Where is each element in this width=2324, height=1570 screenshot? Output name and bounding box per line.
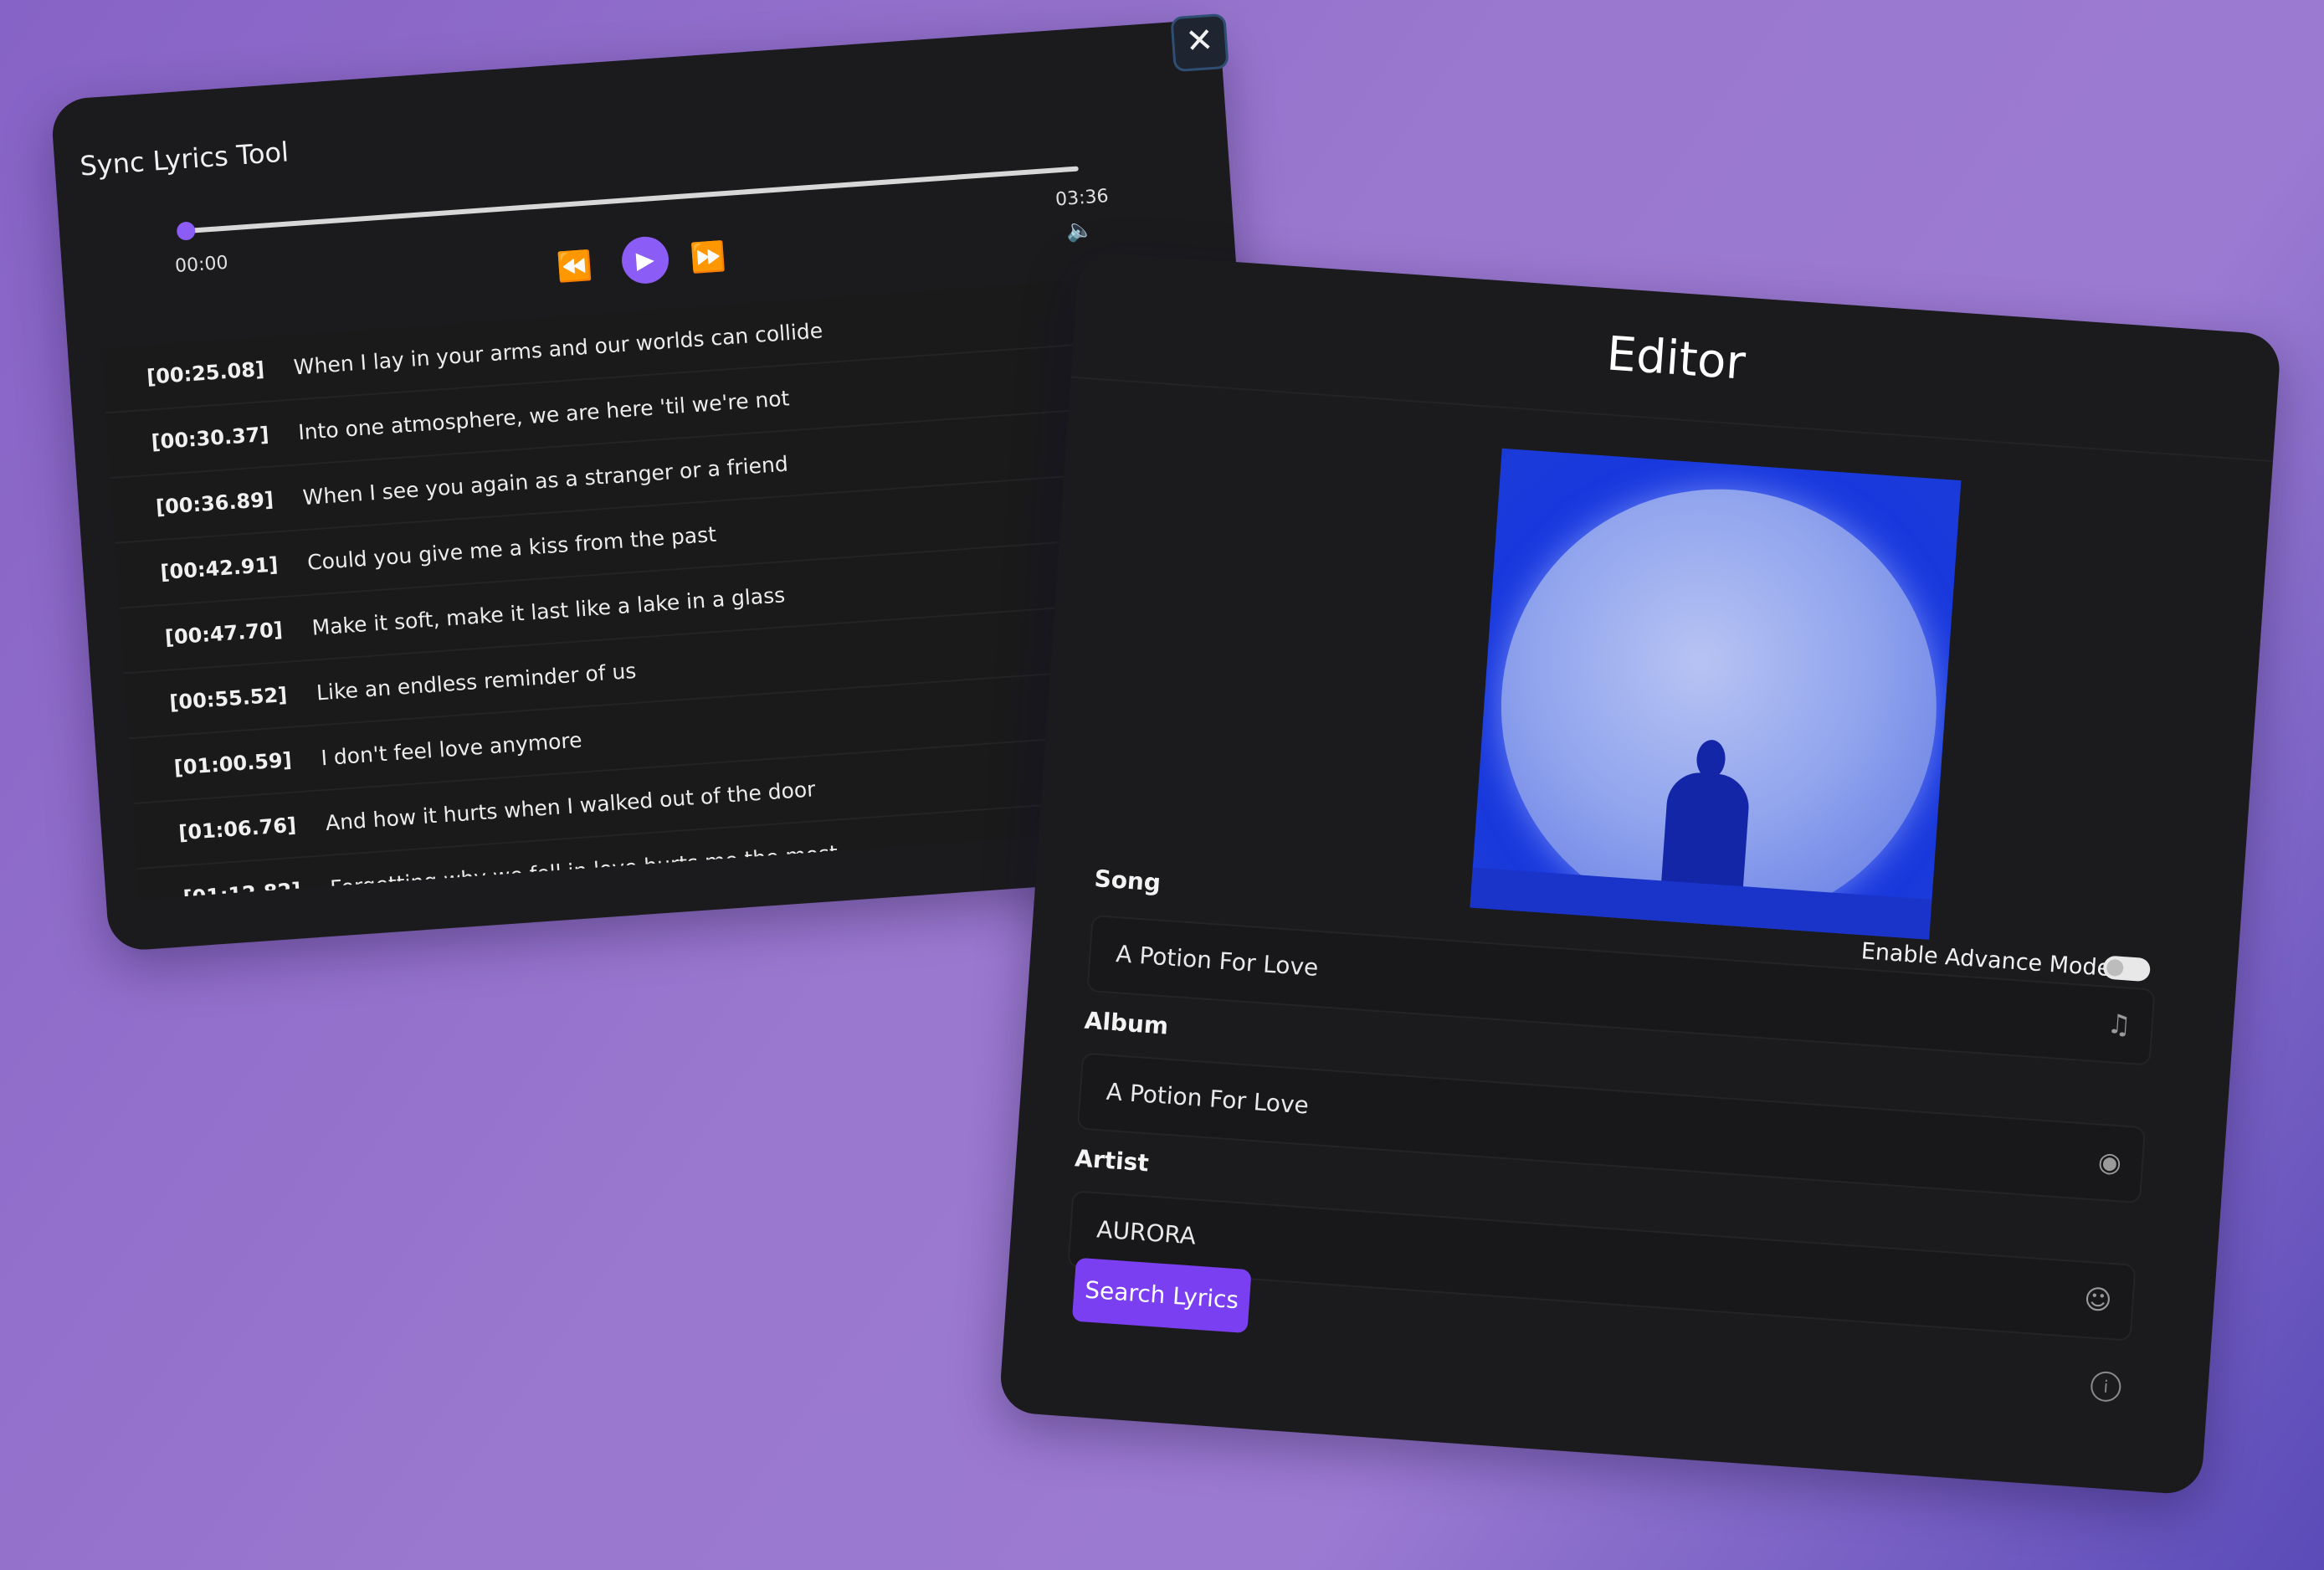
editor-title: Editor xyxy=(1604,326,1747,391)
volume-icon[interactable]: 🔈 xyxy=(1065,217,1094,244)
song-label: Song xyxy=(1093,865,1162,897)
total-time: 03:36 xyxy=(1054,186,1110,211)
album-cover xyxy=(1470,448,1962,940)
rewind-icon: ⏪ xyxy=(556,249,594,285)
sync-tool-title: Sync Lyrics Tool xyxy=(79,136,290,182)
rewind-button[interactable]: ⏪ xyxy=(556,249,593,285)
lyric-text: Could you give me a kiss from the past xyxy=(306,521,717,575)
play-icon: ▶ xyxy=(635,245,655,274)
advance-mode-toggle[interactable] xyxy=(2102,955,2152,983)
album-value: A Potion For Love xyxy=(1105,1077,1310,1120)
seek-bar[interactable] xyxy=(185,166,1079,234)
music-note-icon: ♫ xyxy=(2106,1007,2132,1041)
info-icon[interactable]: i xyxy=(2090,1370,2122,1403)
close-button[interactable]: ✕ xyxy=(1170,13,1229,73)
artist-label: Artist xyxy=(1074,1144,1150,1178)
fast-forward-button[interactable]: ⏩ xyxy=(690,239,727,275)
lyric-timestamp: [01:00.59] xyxy=(173,747,293,780)
album-field[interactable]: A Potion For Love ◉ xyxy=(1076,1052,2147,1204)
lyric-timestamp: [00:55.52] xyxy=(168,683,289,715)
lyric-timestamp: [00:36.89] xyxy=(155,487,274,520)
lyric-text: Like an endless reminder of us xyxy=(316,658,638,705)
disc-icon: ◉ xyxy=(2096,1145,2123,1179)
play-button[interactable]: ▶ xyxy=(620,234,670,285)
lyric-timestamp: [00:47.70] xyxy=(164,618,284,649)
current-time: 00:00 xyxy=(174,252,229,278)
fast-forward-icon: ⏩ xyxy=(689,239,727,276)
user-icon: ☺ xyxy=(2082,1282,2113,1317)
lyrics-list[interactable]: [00:25.08] When I lay in your arms and o… xyxy=(100,280,1109,900)
lyric-text: I don't feel love anymore xyxy=(320,727,583,770)
seek-thumb[interactable] xyxy=(176,221,197,241)
lyric-timestamp: [00:25.08] xyxy=(146,357,265,389)
song-field[interactable]: A Potion For Love ♫ xyxy=(1086,914,2156,1066)
lyric-timestamp: [00:42.91] xyxy=(159,552,280,585)
lyric-timestamp: [00:30.37] xyxy=(150,422,270,454)
album-label: Album xyxy=(1083,1006,1170,1040)
song-value: A Potion For Love xyxy=(1115,940,1320,982)
lyric-timestamp: [01:06.76] xyxy=(177,813,297,845)
search-lyrics-button[interactable]: Search Lyrics xyxy=(1071,1257,1252,1334)
close-icon: ✕ xyxy=(1184,20,1215,62)
toggle-knob xyxy=(2106,958,2124,977)
artist-value: AURORA xyxy=(1095,1215,1198,1250)
lyric-timestamp: [01:12.82] xyxy=(182,878,302,900)
editor-panel: Editor Song Enable Advance Mode A Potion… xyxy=(998,251,2282,1496)
